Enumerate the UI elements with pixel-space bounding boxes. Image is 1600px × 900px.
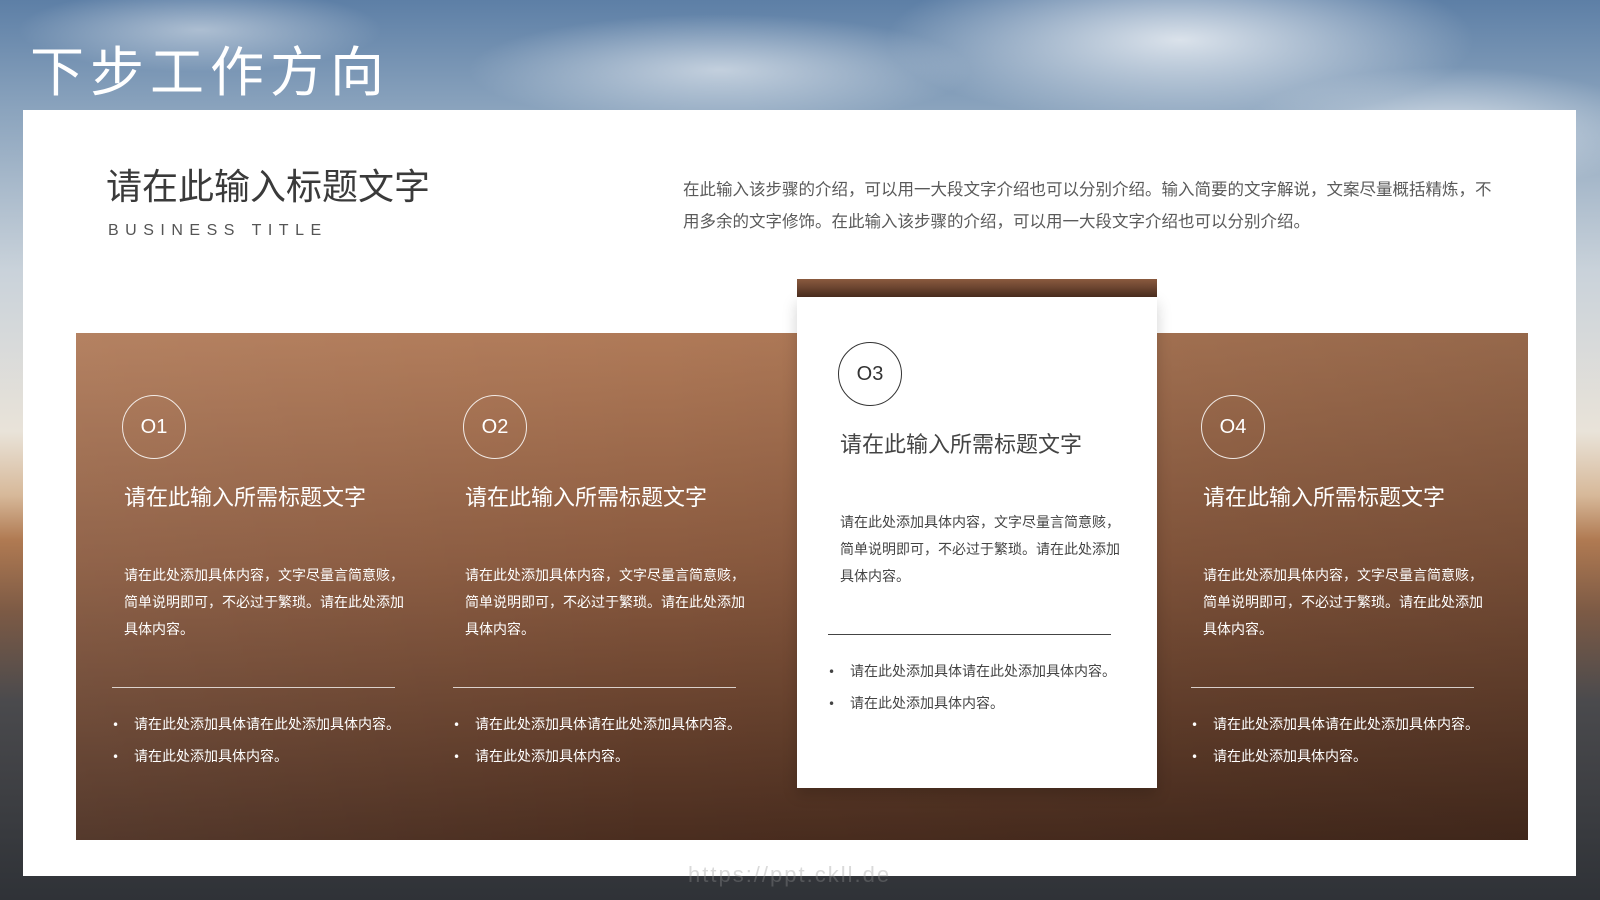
divider: [828, 634, 1111, 635]
list-item: • 请在此处添加具体请在此处添加具体内容。: [453, 709, 783, 741]
bullet-list: • 请在此处添加具体请在此处添加具体内容。 • 请在此处添加具体内容。: [828, 656, 1158, 720]
list-item: • 请在此处添加具体内容。: [828, 688, 1158, 720]
step-description: 请在此处添加具体内容，文字尽量言简意赅，简单说明即可，不必过于繁琐。请在此处添加…: [465, 568, 745, 638]
page-title: 下步工作方向: [30, 41, 390, 104]
bullet-list: • 请在此处添加具体请在此处添加具体内容。 • 请在此处添加具体内容。: [112, 709, 442, 773]
step-number-badge: O1: [122, 395, 186, 459]
bullet-icon: •: [1191, 718, 1199, 732]
step-number-badge: O4: [1201, 395, 1265, 459]
list-item: • 请在此处添加具体内容。: [112, 741, 442, 773]
list-item-text: 请在此处添加具体内容。: [475, 749, 629, 765]
bullet-icon: •: [1191, 750, 1199, 764]
bullet-icon: •: [828, 665, 836, 679]
step-card-3: O3 请在此输入所需标题文字 请在此处添加具体内容，文字尽量言简意赅，简单说明即…: [828, 342, 1158, 742]
step-title: 请在此输入所需标题文字: [840, 433, 1083, 458]
step-title: 请在此输入所需标题文字: [465, 486, 708, 511]
list-item: • 请在此处添加具体请在此处添加具体内容。: [112, 709, 442, 741]
bullet-list: • 请在此处添加具体请在此处添加具体内容。 • 请在此处添加具体内容。: [453, 709, 783, 773]
step-description: 请在此处添加具体内容，文字尽量言简意赅，简单说明即可，不必过于繁琐。请在此处添加…: [124, 568, 404, 638]
list-item-text: 请在此处添加具体请在此处添加具体内容。: [475, 717, 741, 733]
step-description: 请在此处添加具体内容，文字尽量言简意赅，简单说明即可，不必过于繁琐。请在此处添加…: [840, 515, 1120, 585]
bullet-icon: •: [112, 718, 120, 732]
step-description: 请在此处添加具体内容，文字尽量言简意赅，简单说明即可，不必过于繁琐。请在此处添加…: [1203, 568, 1483, 638]
section-subtitle: BUSINESS TITLE: [108, 222, 328, 239]
bullet-icon: •: [112, 750, 120, 764]
step-card-1: O1 请在此输入所需标题文字 请在此处添加具体内容，文字尽量言简意赅，简单说明即…: [112, 395, 442, 795]
bullet-icon: •: [828, 697, 836, 711]
list-item-text: 请在此处添加具体请在此处添加具体内容。: [850, 664, 1116, 680]
section-intro: 在此输入该步骤的介绍，可以用一大段文字介绍也可以分别介绍。输入简要的文字解说，文…: [683, 180, 1492, 231]
list-item: • 请在此处添加具体内容。: [453, 741, 783, 773]
list-item-text: 请在此处添加具体内容。: [1213, 749, 1367, 765]
divider: [112, 687, 395, 688]
step-title: 请在此输入所需标题文字: [124, 486, 367, 511]
list-item-text: 请在此处添加具体内容。: [850, 696, 1004, 712]
step-card-4: O4 请在此输入所需标题文字 请在此处添加具体内容，文字尽量言简意赅，简单说明即…: [1191, 395, 1521, 795]
divider: [453, 687, 736, 688]
watermark-text: https://ppt.ckll.de: [688, 862, 892, 887]
section-title: 请在此输入标题文字: [106, 167, 431, 208]
bullet-list: • 请在此处添加具体请在此处添加具体内容。 • 请在此处添加具体内容。: [1191, 709, 1521, 773]
highlight-card-top-bar: [797, 279, 1157, 297]
step-title: 请在此输入所需标题文字: [1203, 486, 1446, 511]
list-item-text: 请在此处添加具体请在此处添加具体内容。: [1213, 717, 1479, 733]
bullet-icon: •: [453, 718, 461, 732]
list-item-text: 请在此处添加具体内容。: [134, 749, 288, 765]
list-item-text: 请在此处添加具体请在此处添加具体内容。: [134, 717, 400, 733]
step-number-badge: O3: [838, 342, 902, 406]
list-item: • 请在此处添加具体请在此处添加具体内容。: [828, 656, 1158, 688]
step-card-2: O2 请在此输入所需标题文字 请在此处添加具体内容，文字尽量言简意赅，简单说明即…: [453, 395, 783, 795]
divider: [1191, 687, 1474, 688]
step-number-badge: O2: [463, 395, 527, 459]
list-item: • 请在此处添加具体内容。: [1191, 741, 1521, 773]
bullet-icon: •: [453, 750, 461, 764]
list-item: • 请在此处添加具体请在此处添加具体内容。: [1191, 709, 1521, 741]
